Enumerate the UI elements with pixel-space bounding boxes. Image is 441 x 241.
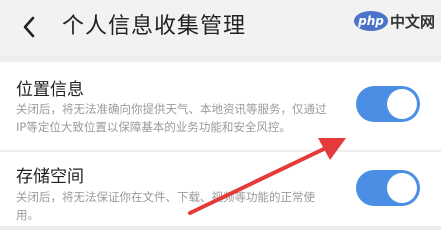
setting-title: 位置信息 [16,80,84,100]
setting-description: 关闭后，将无法准确向你提供天气、本地资讯等服务，仅通过IP等定位大致位置以保障基… [16,102,327,134]
back-button[interactable] [14,10,44,44]
setting-item-location: 位置信息 关闭后，将无法准确向你提供天气、本地资讯等服务，仅通过IP等定位大致位… [0,62,441,150]
page-title: 个人信息收集管理 [62,14,247,39]
setting-description: 关闭后，将无法保证你在文件、下载、视频等功能的正常使用。 [16,190,315,222]
watermark-logo: php [353,11,388,31]
toggle-knob [387,173,417,203]
setting-title: 存储空间 [16,167,84,187]
storage-toggle[interactable] [356,170,420,206]
setting-item-storage: 存储空间 关闭后，将无法保证你在文件、下载、视频等功能的正常使用。 [0,152,441,226]
chevron-left-icon [23,16,35,38]
toggle-knob [387,89,417,119]
next-card-edge [0,230,441,241]
watermark: php 中文网 [353,8,435,34]
watermark-text: 中文网 [389,12,435,31]
header-bar: 个人信息收集管理 php 中文网 [0,0,441,56]
location-toggle[interactable] [356,86,420,122]
